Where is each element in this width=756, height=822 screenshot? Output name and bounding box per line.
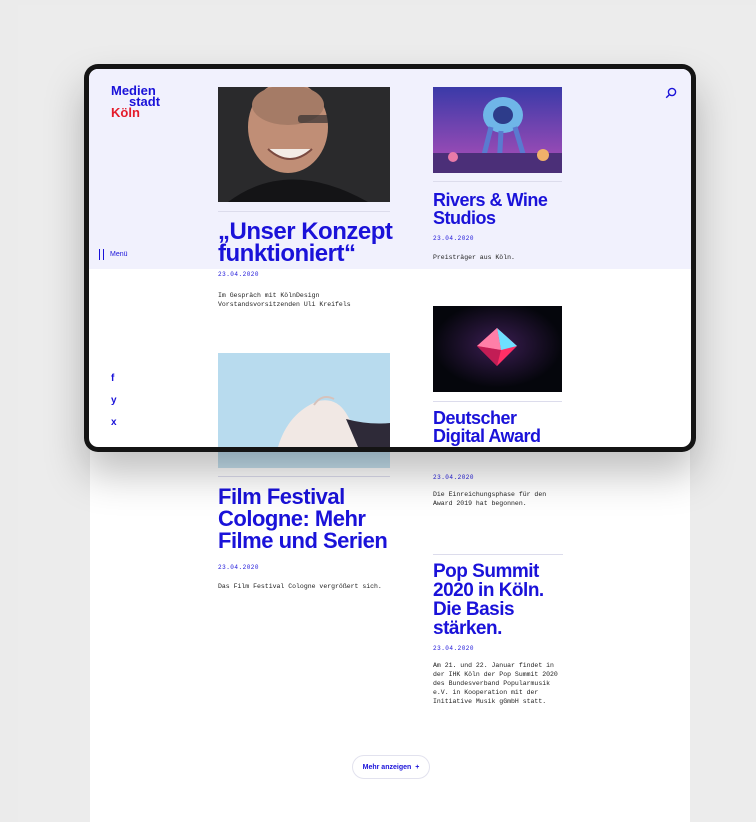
title-line: Rivers & Wine	[433, 190, 548, 210]
title-line: funktioniert“	[218, 240, 356, 267]
article-title-film-festival[interactable]: Film Festival Cologne: Mehr Filme und Se…	[218, 484, 388, 553]
game-art-illustration	[433, 87, 562, 173]
article-date: 23.04.2020	[218, 564, 260, 571]
screen: Medien stadt Köln Menü f y x „Unser Konz…	[89, 69, 691, 447]
article-description: Preisträger aus Köln.	[433, 254, 515, 261]
desc-line: Initiative Musik gGmbH statt.	[433, 698, 547, 705]
menu-label: Menü	[110, 251, 128, 258]
title-line: Studios	[433, 208, 496, 228]
desc-line: Vorstandsvorsitzenden Uli Kreifels	[218, 301, 351, 308]
game-art-image[interactable]	[433, 87, 562, 173]
load-more-button[interactable]: Mehr anzeigen +	[352, 755, 430, 779]
digital-award-image[interactable]	[433, 306, 562, 392]
article-date: 23.04.2020	[218, 271, 260, 278]
article-title-pop-summit[interactable]: Pop Summit 2020 in Köln. Die Basis stärk…	[433, 562, 544, 638]
search-icon[interactable]	[665, 87, 677, 99]
divider	[433, 554, 563, 555]
title-line: Cologne: Mehr	[218, 506, 366, 531]
desc-line: der IHK Köln der Pop Summit 2020	[433, 671, 558, 678]
article-title-interview[interactable]: „Unser Konzept funktioniert“	[218, 220, 393, 267]
title-line: 2020 in Köln.	[433, 580, 544, 601]
plus-icon: +	[415, 763, 420, 771]
menu-toggle[interactable]: Menü	[99, 249, 128, 260]
twitter-icon[interactable]: y	[111, 395, 117, 406]
film-festival-illustration	[218, 353, 390, 447]
title-line: stärken.	[433, 618, 502, 639]
load-more-label: Mehr anzeigen	[362, 763, 412, 771]
device-frame: Medien stadt Köln Menü f y x „Unser Konz…	[84, 64, 696, 452]
article-title-digital-award[interactable]: Deutscher Digital Award 2020	[433, 409, 541, 447]
article-description: Das Film Festival Cologne vergrößert sic…	[218, 583, 382, 590]
portrait-illustration	[218, 87, 390, 202]
article-title-rivers-wine[interactable]: Rivers & Wine Studios	[433, 190, 548, 228]
digital-award-illustration	[433, 306, 562, 392]
portrait-image[interactable]	[218, 87, 390, 202]
desc-line: Award 2019 hat begonnen.	[433, 500, 527, 507]
facebook-icon[interactable]: f	[111, 373, 114, 384]
divider	[218, 476, 390, 477]
title-line: Filme und Serien	[218, 528, 388, 553]
title-line: Deutscher	[433, 408, 517, 428]
title-line: Film Festival	[218, 484, 345, 509]
article-description: Die Einreichungsphase für den Award 2019…	[433, 490, 546, 508]
divider	[218, 211, 390, 212]
divider	[433, 401, 562, 402]
article-date: 23.04.2020	[433, 235, 475, 242]
title-line: Die Basis	[433, 599, 515, 620]
desc-line: des Bundesverband Popularmusik	[433, 680, 551, 687]
desc-line: e.V. in Kooperation mit der	[433, 689, 539, 696]
desc-line: Die Einreichungsphase für den	[433, 491, 547, 498]
article-date: 23.04.2020	[433, 474, 475, 481]
divider	[433, 181, 562, 182]
site-logo[interactable]: Medien stadt Köln	[111, 84, 160, 119]
desc-line: Am 21. und 22. Januar findet in	[433, 662, 554, 669]
article-description: Am 21. und 22. Januar findet in der IHK …	[433, 661, 558, 706]
menu-icon	[99, 249, 104, 260]
title-line: Pop Summit	[433, 561, 539, 582]
desc-line: Im Gespräch mit KölnDesign	[218, 292, 320, 299]
xing-icon[interactable]: x	[111, 417, 117, 428]
film-festival-image[interactable]	[218, 353, 390, 447]
title-line: Digital Award	[433, 426, 541, 446]
article-description: Im Gespräch mit KölnDesign Vorstandsvors…	[218, 291, 351, 309]
article-date: 23.04.2020	[433, 645, 475, 652]
